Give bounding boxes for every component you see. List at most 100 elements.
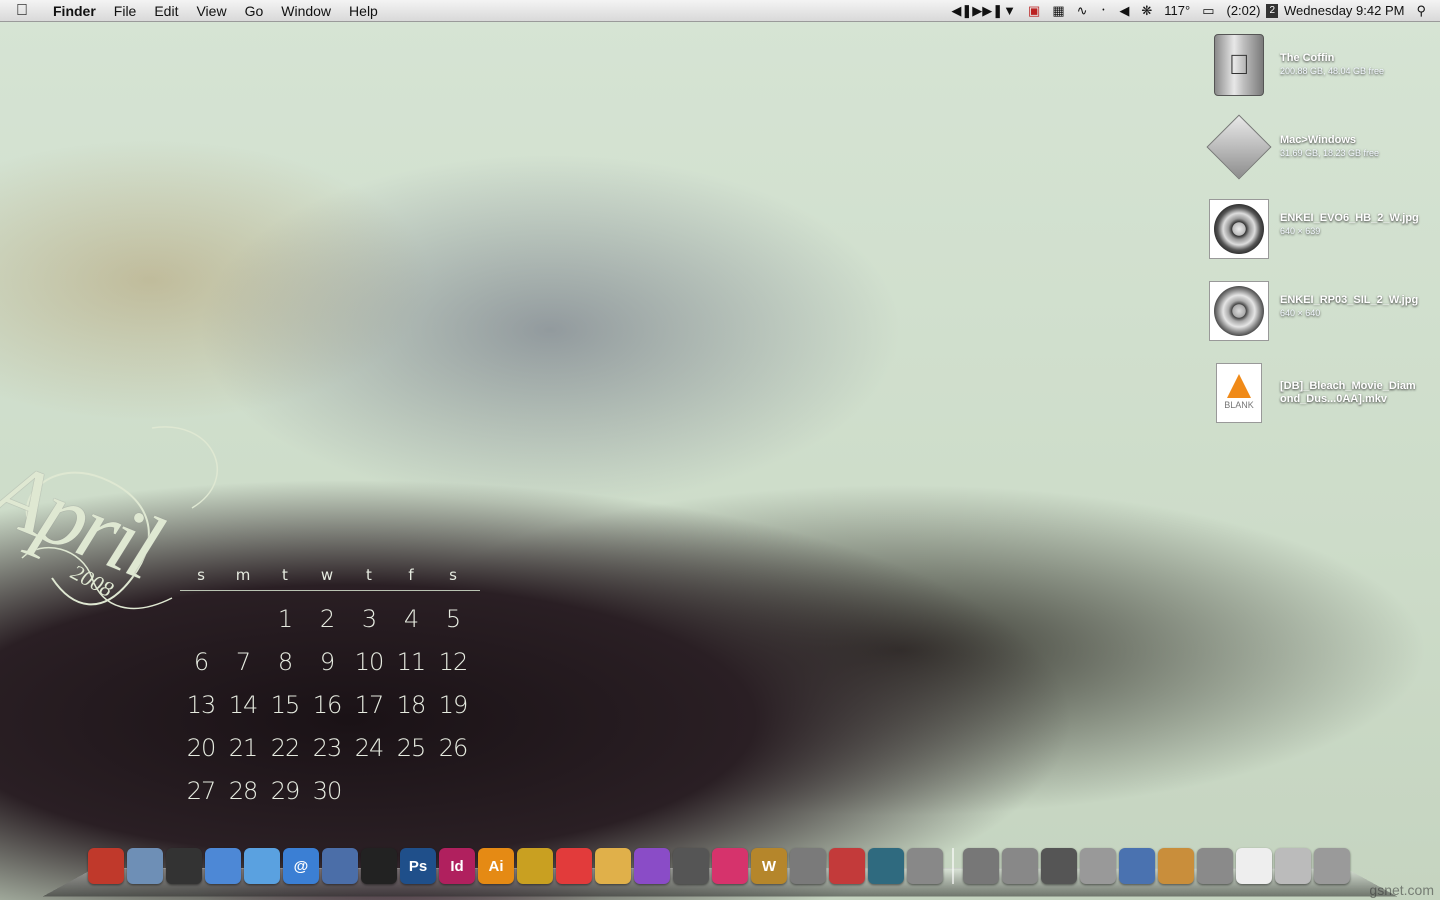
dock-picture-stack-icon[interactable] xyxy=(1158,848,1194,884)
calendar-day: 21 xyxy=(228,733,259,762)
dock-documents-stack-icon[interactable] xyxy=(1002,848,1038,884)
dock-network-stack-icon[interactable] xyxy=(1119,848,1155,884)
dock-toaster-icon[interactable] xyxy=(595,848,631,884)
vlc-document-icon: BLANK xyxy=(1208,362,1270,424)
dock-time-machine-icon[interactable] xyxy=(868,848,904,884)
menu-app-finder[interactable]: Finder xyxy=(44,0,105,22)
bluetooth-icon[interactable]: ᛫ xyxy=(1094,0,1114,22)
dock-preview-icon[interactable] xyxy=(127,848,163,884)
calendar-day: 18 xyxy=(396,690,427,719)
car-icon[interactable]: ▣ xyxy=(1022,0,1046,22)
weekday-label: s xyxy=(197,566,205,584)
calendar-day: 11 xyxy=(396,647,427,676)
menu-help[interactable]: Help xyxy=(340,0,387,22)
dock-itunes-icon[interactable] xyxy=(244,848,280,884)
calendar-day: 7 xyxy=(235,647,251,676)
calendar-day: 14 xyxy=(228,690,259,719)
desktop-item-info: 640 × 639 xyxy=(1280,226,1321,236)
calendar-day: 13 xyxy=(186,690,217,719)
calendar-day: 19 xyxy=(438,690,469,719)
calendar-day: 12 xyxy=(438,647,469,676)
dock-indesign-icon[interactable]: Id xyxy=(439,848,475,884)
calendar-day: 29 xyxy=(270,776,301,805)
menu-view[interactable]: View xyxy=(187,0,235,22)
desktop-item-enkei-evo6[interactable]: ENKEI_EVO6_HB_2_W.jpg 640 × 639 xyxy=(1208,198,1426,280)
desktop-icons:  The Coffin 200.88 GB, 48.04 GB free Ma… xyxy=(1206,34,1426,444)
battery-icon[interactable]: ▭ xyxy=(1196,0,1220,22)
dock-media-icon[interactable] xyxy=(712,848,748,884)
weekday-label: t xyxy=(366,566,372,584)
fan-icon[interactable]: ❋ xyxy=(1135,0,1158,22)
dock: @ Ps Id Ai W xyxy=(43,846,1397,900)
spotlight-icon[interactable]: ⚲ xyxy=(1410,0,1440,22)
spaces-indicator[interactable]: 2 xyxy=(1266,3,1279,18)
dock-mail-icon[interactable]: @ xyxy=(283,848,319,884)
dock-trash-folder-icon[interactable] xyxy=(673,848,709,884)
dock-warcraft-icon[interactable]: W xyxy=(751,848,787,884)
media-controls-icon[interactable]: ◀❚▶▶❚▼ xyxy=(945,0,1022,22)
dock-iphoto-icon[interactable] xyxy=(322,848,358,884)
desktop-item-the-coffin[interactable]:  The Coffin 200.88 GB, 48.04 GB free xyxy=(1208,34,1426,116)
desktop-item-name: ENKEI_EVO6_HB_2_W.jpg xyxy=(1280,212,1419,224)
battery-time[interactable]: (2:02) xyxy=(1220,0,1266,22)
dock-downloads-stack-icon[interactable] xyxy=(1080,848,1116,884)
dock-web-stack-icon[interactable] xyxy=(1275,848,1311,884)
dock-applications-stack-icon[interactable] xyxy=(963,848,999,884)
calendar-day: 20 xyxy=(186,733,217,762)
calendar-day: 23 xyxy=(312,733,343,762)
keyboard-icon[interactable]: ▦ xyxy=(1046,0,1070,22)
wifi-icon[interactable]: ∿ xyxy=(1071,0,1094,22)
calendar-day: 3 xyxy=(361,604,377,633)
calendar-weekday-header: s m t w t f s xyxy=(180,566,480,591)
dock-aperture-icon[interactable] xyxy=(361,848,397,884)
dock-cyberduck-icon[interactable] xyxy=(517,848,553,884)
weekday-label: t xyxy=(282,566,288,584)
calendar-day: 24 xyxy=(354,733,385,762)
volume-icon[interactable]: ◀ xyxy=(1113,0,1135,22)
dock-photoshop-icon[interactable]: Ps xyxy=(400,848,436,884)
desktop-item-name: ENKEI_RP03_SIL_2_W.jpg xyxy=(1280,294,1419,306)
calendar-day: 17 xyxy=(354,690,385,719)
dock-illustrator-icon[interactable]: Ai xyxy=(478,848,514,884)
calendar-day: 2 xyxy=(319,604,335,633)
menu-go[interactable]: Go xyxy=(236,0,273,22)
menu-edit[interactable]: Edit xyxy=(145,0,187,22)
calendar-day: 5 xyxy=(445,604,461,633)
apple-icon[interactable]:  xyxy=(0,2,44,20)
dock-printer-stack-icon[interactable] xyxy=(1197,848,1233,884)
desktop-item-name: [DB]_Bleach_Movie_Diamond_Dus...0AA].mkv xyxy=(1280,380,1416,405)
calendar-day-grid: 1 2 3 4 5 6 7 8 9 10 11 12 13 14 15 16 17 18 19 20 21 22 23 24 2… xyxy=(180,597,480,812)
dock-parallels-icon[interactable] xyxy=(829,848,865,884)
dock-calendar-icon[interactable] xyxy=(556,848,592,884)
calendar-day: 6 xyxy=(193,647,209,676)
temperature-readout[interactable]: 117° xyxy=(1158,0,1196,22)
desktop-item-info: 640 × 640 xyxy=(1280,308,1321,318)
desktop-item-enkei-rp03[interactable]: ENKEI_RP03_SIL_2_W.jpg 640 × 640 xyxy=(1208,280,1426,362)
dock-finder-icon[interactable] xyxy=(88,848,124,884)
menu-file[interactable]: File xyxy=(105,0,146,22)
dock-safari-icon[interactable] xyxy=(205,848,241,884)
menu-window[interactable]: Window xyxy=(272,0,340,22)
dock-text-stack-icon[interactable] xyxy=(1236,848,1272,884)
desktop-item-name: The Coffin xyxy=(1280,52,1335,64)
calendar-day: 16 xyxy=(312,690,343,719)
calendar-day: 8 xyxy=(277,647,293,676)
dock-vmware-icon[interactable] xyxy=(790,848,826,884)
dock-items: @ Ps Id Ai W xyxy=(88,848,1350,884)
dock-camera-icon[interactable] xyxy=(166,848,202,884)
wheel-image-icon xyxy=(1208,198,1270,260)
desktop-item-bleach-movie[interactable]: BLANK [DB]_Bleach_Movie_Diamond_Dus...0A… xyxy=(1208,362,1426,444)
dock-separator xyxy=(952,848,954,884)
desktop-item-info: 31.69 GB, 18.23 GB free xyxy=(1280,148,1380,158)
dock-trash-icon[interactable] xyxy=(1314,848,1350,884)
desktop-item-mac-windows[interactable]: Mac>Windows 31.69 GB, 18.23 GB free xyxy=(1206,114,1426,198)
dock-orb-icon[interactable] xyxy=(634,848,670,884)
desktop-calendar: s m t w t f s 1 2 3 4 5 6 7 8 9 10 11 12 13 14 15 16 17 1… xyxy=(180,566,480,812)
calendar-day: 9 xyxy=(319,647,335,676)
menu-bar:  Finder File Edit View Go Window Help ◀… xyxy=(0,0,1440,22)
clock[interactable]: Wednesday 9:42 PM xyxy=(1278,0,1410,22)
windows-volume-icon xyxy=(1206,114,1272,180)
dock-iphone-stack-icon[interactable] xyxy=(1041,848,1077,884)
dock-system-preferences-icon[interactable] xyxy=(907,848,943,884)
hard-drive-icon:  xyxy=(1208,34,1270,96)
